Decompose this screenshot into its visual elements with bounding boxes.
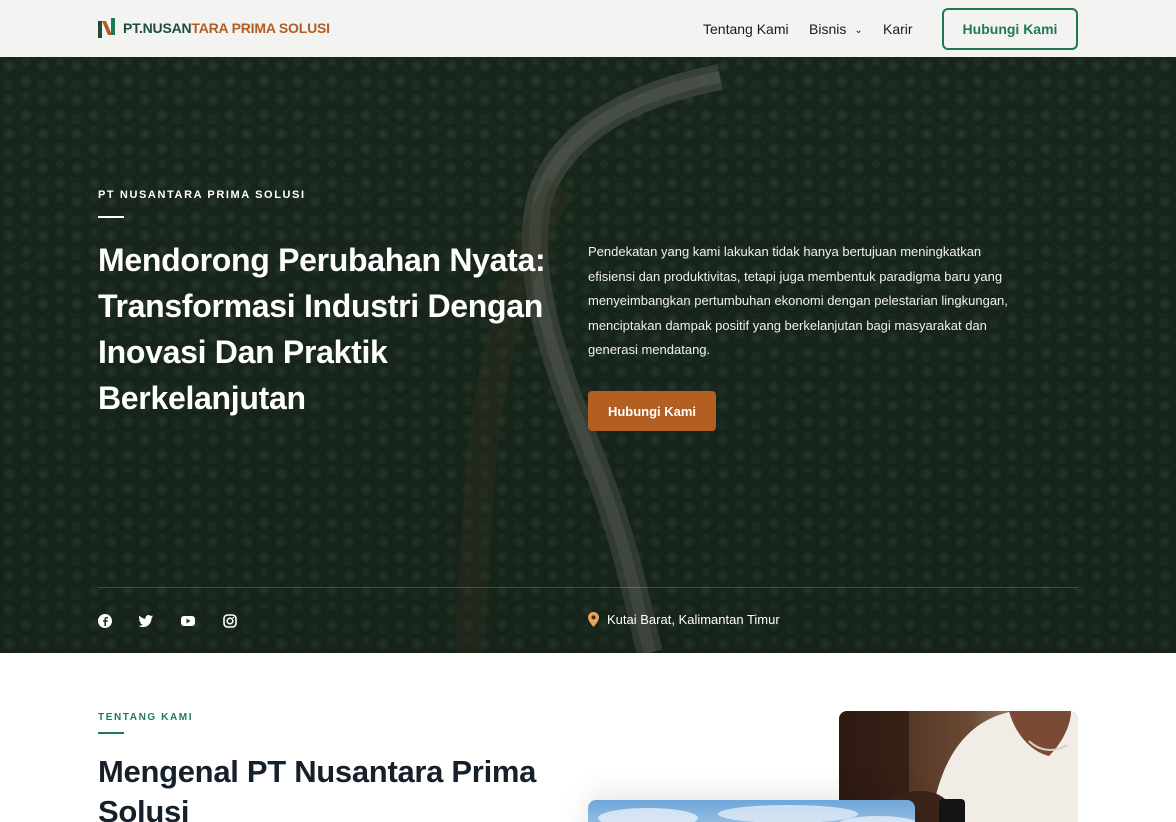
logo-mark-icon [98, 18, 115, 38]
hero-title: Mendorong Perubahan Nyata: Transformasi … [98, 242, 546, 416]
site-header: PT.NUSANTARA PRIMA SOLUSI Tentang Kami B… [0, 0, 1176, 57]
hero-section: PT NUSANTARA PRIMA SOLUSI Mendorong Peru… [0, 57, 1176, 653]
nav-item-bisnis[interactable]: Bisnis ⌄ [809, 21, 863, 37]
contact-button-hero[interactable]: Hubungi Kami [588, 391, 716, 431]
location-text: Kutai Barat, Kalimantan Timur [607, 612, 780, 627]
instagram-icon[interactable] [222, 613, 238, 629]
nav-item-karir[interactable]: Karir [883, 21, 913, 37]
logo-text-part1: PT.NUSAN [123, 20, 192, 36]
nav-item-bisnis-label: Bisnis [809, 21, 847, 37]
chevron-down-icon: ⌄ [854, 25, 863, 36]
about-eyebrow-divider [98, 732, 124, 734]
hero-eyebrow-divider [98, 216, 124, 218]
about-image-landscape [588, 800, 915, 822]
map-pin-icon [588, 612, 599, 627]
location: Kutai Barat, Kalimantan Timur [588, 612, 780, 627]
about-title: Mengenal PT Nusantara Prima Solusi [98, 754, 537, 822]
logo-text: PT.NUSANTARA PRIMA SOLUSI [123, 20, 330, 36]
about-eyebrow: TENTANG KAMI [98, 712, 194, 723]
hero-divider [98, 587, 1078, 588]
logo-text-part2: TARA PRIMA SOLUSI [191, 20, 330, 36]
youtube-icon[interactable] [180, 613, 196, 629]
contact-button-header[interactable]: Hubungi Kami [942, 8, 1078, 50]
logo[interactable]: PT.NUSANTARA PRIMA SOLUSI [98, 18, 330, 38]
hero-description: Pendekatan yang kami lakukan tidak hanya… [588, 244, 1008, 357]
hero-eyebrow: PT NUSANTARA PRIMA SOLUSI [98, 189, 306, 201]
twitter-icon[interactable] [138, 613, 154, 629]
facebook-icon[interactable] [97, 613, 113, 629]
nav-item-tentang-kami[interactable]: Tentang Kami [703, 21, 789, 37]
